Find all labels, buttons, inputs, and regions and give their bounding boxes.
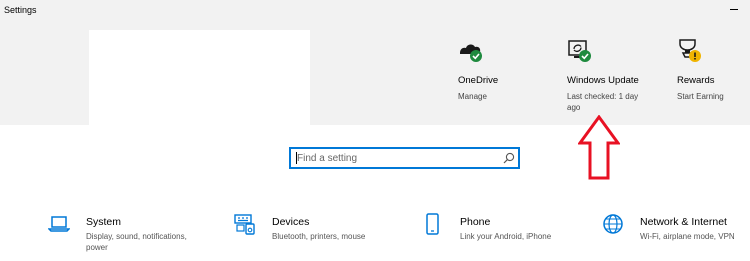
category-description: Wi-Fi, airplane mode, VPN bbox=[640, 232, 735, 241]
category-title: Phone bbox=[460, 216, 491, 228]
category-title: System bbox=[86, 216, 122, 228]
rewards-title: Rewards bbox=[677, 75, 715, 86]
category-network-internet[interactable]: Network & Internet Wi-Fi, airplane mode,… bbox=[602, 213, 750, 261]
category-devices[interactable]: Devices Bluetooth, printers, mouse bbox=[234, 213, 394, 261]
windows-update-subtitle: Last checked: 1 day ago bbox=[567, 92, 639, 112]
laptop-icon bbox=[48, 216, 70, 232]
search-input[interactable] bbox=[297, 151, 493, 165]
minimize-button[interactable] bbox=[726, 2, 742, 16]
quick-link-rewards[interactable]: Rewards Start Earning bbox=[677, 38, 749, 118]
category-description: Bluetooth, printers, mouse bbox=[272, 232, 366, 241]
globe-icon bbox=[603, 214, 623, 234]
account-card bbox=[89, 30, 310, 125]
category-title: Network & Internet bbox=[640, 216, 727, 228]
rewards-subtitle: Start Earning bbox=[677, 92, 724, 101]
phone-icon bbox=[426, 213, 439, 235]
quick-link-windows-update[interactable]: Windows Update Last checked: 1 day ago bbox=[567, 38, 667, 118]
windows-update-title: Windows Update bbox=[567, 75, 639, 86]
search-box[interactable] bbox=[289, 147, 520, 169]
category-phone[interactable]: Phone Link your Android, iPhone bbox=[422, 213, 582, 261]
window-title: Settings bbox=[4, 5, 37, 15]
category-description: Display, sound, notifications, power bbox=[86, 232, 187, 252]
keyboard-icon bbox=[234, 214, 255, 235]
onedrive-subtitle: Manage bbox=[458, 92, 487, 101]
quick-link-onedrive[interactable]: OneDrive Manage bbox=[458, 38, 558, 118]
category-system[interactable]: System Display, sound, notifications, po… bbox=[48, 213, 208, 261]
header-banner: OneDrive Manage Windows Update Last chec… bbox=[0, 20, 750, 125]
search-icon[interactable] bbox=[503, 152, 515, 164]
category-description: Link your Android, iPhone bbox=[460, 232, 552, 241]
title-bar: Settings bbox=[0, 0, 750, 20]
rewards-icon bbox=[679, 39, 701, 62]
windows-update-icon bbox=[568, 40, 591, 62]
annotation-up-arrow-icon bbox=[578, 115, 620, 180]
onedrive-title: OneDrive bbox=[458, 75, 499, 86]
category-title: Devices bbox=[272, 216, 310, 228]
onedrive-icon bbox=[460, 44, 482, 62]
